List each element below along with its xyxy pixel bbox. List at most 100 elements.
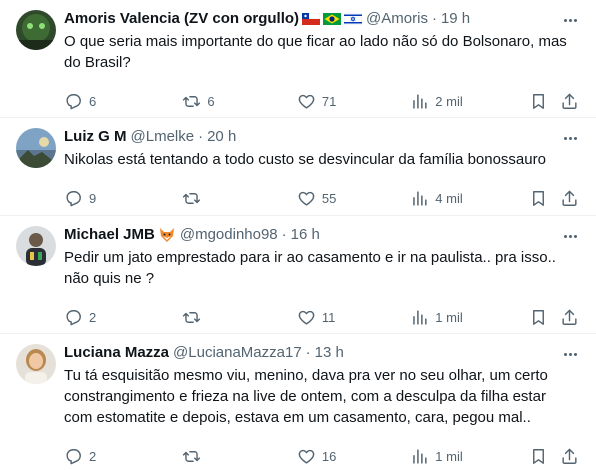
bookmark-icon [532, 190, 544, 206]
bookmark-icon [532, 448, 544, 464]
retweet-button[interactable]: 6 [182, 92, 296, 111]
bar-chart-icon [413, 309, 427, 325]
action-bar: 2 11 1 mil [64, 301, 580, 333]
more-options-button[interactable] [560, 10, 580, 30]
share-icon [562, 190, 577, 206]
bookmark-button[interactable] [529, 447, 561, 466]
like-count: 71 [321, 93, 337, 109]
tweet-header: Amoris Valencia (ZV con orgullo) @Amoris… [64, 9, 580, 29]
timestamp[interactable]: 13 h [315, 343, 344, 363]
tweet[interactable]: Luciana Mazza @LucianaMazza17 · 13 h Tu … [0, 334, 596, 471]
share-icon [562, 309, 577, 325]
bookmark-icon [532, 309, 544, 325]
action-bar: 6 6 71 2 mil [64, 85, 580, 117]
bookmark-button[interactable] [529, 189, 561, 208]
tweet[interactable]: Michael JMB @mgodinho98 · 16 h Pedir um … [0, 216, 596, 334]
author-name[interactable]: Luciana Mazza [64, 343, 169, 363]
views-button[interactable]: 4 mil [410, 189, 528, 208]
like-count: 55 [321, 190, 337, 206]
share-icon [562, 93, 577, 109]
separator-dot: · [198, 128, 204, 145]
reply-button[interactable]: 9 [64, 189, 182, 208]
share-button[interactable] [560, 308, 580, 327]
view-count: 2 mil [435, 93, 463, 109]
author-name[interactable]: Luiz G M [64, 127, 127, 147]
author-handle[interactable]: @LucianaMazza17 [173, 343, 302, 363]
share-button[interactable] [560, 447, 580, 466]
more-options-button[interactable] [560, 344, 580, 364]
avatar[interactable] [16, 344, 56, 384]
tweet[interactable]: Luiz G M @Lmelke · 20 h Nikolas está ten… [0, 118, 596, 216]
tweet-text: Nikolas está tentando a todo custo se de… [64, 151, 546, 168]
views-button[interactable]: 2 mil [410, 92, 528, 111]
avatar[interactable] [16, 226, 56, 266]
author-name[interactable]: Amoris Valencia (ZV con orgullo) [64, 9, 299, 29]
israel-flag-icon [344, 13, 363, 25]
bar-chart-icon [413, 190, 427, 206]
chile-flag-icon [302, 13, 321, 25]
views-button[interactable]: 1 mil [410, 447, 528, 466]
brazil-flag-icon [323, 13, 342, 25]
reply-feed: Amoris Valencia (ZV con orgullo) @Amoris… [0, 0, 596, 471]
reply-button[interactable]: 2 [64, 447, 182, 466]
reply-count: 2 [89, 309, 97, 325]
view-count: 1 mil [435, 309, 463, 325]
retweet-button[interactable] [182, 308, 296, 327]
reply-button[interactable]: 6 [64, 92, 182, 111]
like-button[interactable]: 16 [297, 447, 410, 466]
reply-icon [66, 93, 81, 109]
author-handle[interactable]: @mgodinho98 [180, 225, 278, 245]
more-options-button[interactable] [560, 128, 580, 148]
separator-dot: · [431, 10, 437, 27]
tweet[interactable]: Amoris Valencia (ZV con orgullo) @Amoris… [0, 0, 596, 118]
author-name[interactable]: Michael JMB [64, 225, 155, 245]
retweet-count: 6 [207, 93, 215, 109]
timestamp[interactable]: 20 h [207, 127, 236, 147]
action-bar: 9 55 4 mil [64, 182, 580, 214]
share-button[interactable] [560, 92, 580, 111]
heart-icon [298, 94, 315, 109]
bar-chart-icon [413, 93, 427, 109]
action-bar: 2 16 1 mil [64, 440, 580, 471]
retweet-icon [183, 450, 201, 462]
retweet-icon [183, 192, 201, 204]
view-count: 4 mil [435, 190, 463, 206]
bar-chart-icon [413, 448, 427, 464]
reply-icon [66, 190, 81, 206]
like-button[interactable]: 11 [297, 308, 410, 327]
avatar[interactable] [16, 10, 56, 50]
reply-button[interactable]: 2 [64, 308, 182, 327]
view-count: 1 mil [435, 448, 463, 464]
author-handle[interactable]: @Lmelke [131, 127, 195, 147]
timestamp[interactable]: 16 h [291, 225, 320, 245]
retweet-icon [183, 311, 201, 323]
fox-emoji-icon [159, 228, 174, 242]
reply-count: 9 [89, 190, 97, 206]
reply-count: 2 [89, 448, 97, 464]
views-button[interactable]: 1 mil [410, 308, 528, 327]
retweet-button[interactable] [182, 447, 296, 466]
retweet-button[interactable] [182, 189, 296, 208]
share-button[interactable] [560, 189, 580, 208]
reply-icon [66, 309, 81, 325]
avatar[interactable] [16, 128, 56, 168]
tweet-header: Luciana Mazza @LucianaMazza17 · 13 h [64, 343, 580, 363]
reply-count: 6 [89, 93, 97, 109]
more-options-button[interactable] [560, 226, 580, 246]
timestamp[interactable]: 19 h [441, 9, 470, 29]
tweet-text: Pedir um jato emprestado para ir ao casa… [64, 249, 556, 287]
bookmark-icon [532, 93, 544, 109]
heart-icon [298, 449, 315, 464]
author-handle[interactable]: @Amoris [366, 9, 428, 29]
tweet-text: Tu tá esquisitão mesmo viu, menino, dava… [64, 367, 548, 426]
retweet-icon [183, 95, 201, 107]
separator-dot: · [281, 226, 287, 243]
bookmark-button[interactable] [529, 308, 561, 327]
like-button[interactable]: 71 [297, 92, 410, 111]
heart-icon [298, 310, 315, 325]
heart-icon [298, 191, 315, 206]
bookmark-button[interactable] [529, 92, 561, 111]
like-button[interactable]: 55 [297, 189, 410, 208]
tweet-header: Luiz G M @Lmelke · 20 h [64, 127, 580, 147]
share-icon [562, 448, 577, 464]
